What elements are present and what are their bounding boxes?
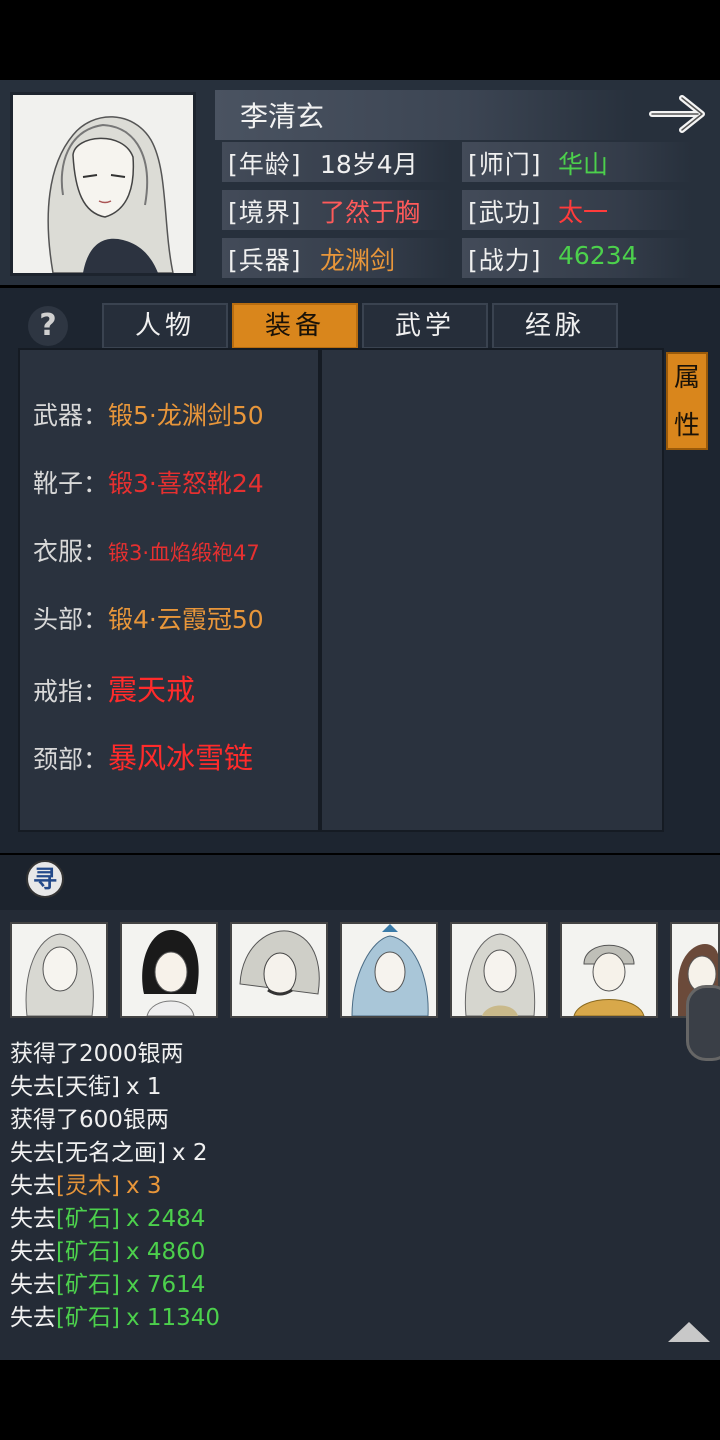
stat-label-sect: [师门] — [468, 150, 542, 179]
side-menu-handle[interactable] — [686, 985, 720, 1061]
log-text: 失去 — [10, 1206, 56, 1232]
log-line: 失去[矿石] x 4860 — [10, 1232, 205, 1266]
slot-item: 暴风冰雪链 — [108, 741, 254, 775]
arrow-right-icon[interactable] — [648, 92, 710, 136]
tab-equipment[interactable]: 装备 — [232, 303, 358, 349]
party-member-avatar[interactable] — [340, 922, 438, 1018]
log-item: [矿石] — [56, 1305, 120, 1331]
party-member-avatar[interactable] — [10, 922, 108, 1018]
stat-label-martial: [武功] — [468, 198, 542, 227]
slot-label: 颈部： — [33, 745, 109, 774]
search-icon[interactable]: 寻 — [26, 860, 64, 898]
log-qty: x 2 — [171, 1140, 208, 1166]
stat-label-weapon: [兵器] — [228, 246, 302, 275]
slot-label: 靴子： — [33, 469, 109, 498]
equipment-slot-ring[interactable]: 戒指：震天戒 — [33, 667, 195, 709]
scroll-up-icon[interactable] — [668, 1322, 710, 1342]
log-text: 失去 — [10, 1173, 56, 1199]
party-member-avatar[interactable] — [560, 922, 658, 1018]
tab-martial-arts[interactable]: 武学 — [362, 303, 488, 349]
character-name: 李清玄 — [240, 100, 325, 133]
slot-label: 头部： — [33, 605, 109, 634]
character-portrait[interactable] — [10, 92, 196, 276]
help-icon[interactable]: ? — [28, 306, 68, 346]
slot-label: 戒指： — [33, 677, 109, 706]
slot-item: 震天戒 — [108, 673, 196, 707]
party-member-avatar[interactable] — [230, 922, 328, 1018]
party-member-avatar[interactable] — [450, 922, 548, 1018]
log-line: 失去[矿石] x 11340 — [10, 1298, 220, 1332]
equipment-slot-head[interactable]: 头部：锻4·云霞冠50 — [33, 600, 264, 636]
tab-meridians[interactable]: 经脉 — [492, 303, 618, 349]
stat-label-power: [战力] — [468, 246, 542, 275]
stat-value-martial: 太一 — [558, 198, 609, 227]
log-item: [天街] — [56, 1074, 120, 1100]
slot-item: 锻5·龙渊剑50 — [108, 401, 264, 430]
tab-character[interactable]: 人物 — [102, 303, 228, 349]
stat-value-sect: 华山 — [558, 150, 609, 179]
log-text: 失去 — [10, 1074, 56, 1100]
slot-item: 锻3·血焰缎袍47 — [108, 541, 260, 565]
log-item: [无名之画] — [56, 1140, 166, 1166]
slot-item: 锻3·喜怒靴24 — [108, 469, 264, 498]
slot-label: 衣服： — [33, 537, 109, 566]
log-item: [矿石] — [56, 1239, 120, 1265]
log-text: 获得了600银两 — [10, 1107, 169, 1133]
log-line: 失去[矿石] x 2484 — [10, 1199, 205, 1233]
log-qty: x 3 — [125, 1173, 162, 1199]
attribute-panel — [320, 348, 664, 832]
log-line: 失去[无名之画] x 2 — [10, 1133, 208, 1167]
log-text: 获得了2000银两 — [10, 1041, 184, 1067]
stat-label-realm: [境界] — [228, 198, 302, 227]
equipment-slot-weapon[interactable]: 武器：锻5·龙渊剑50 — [33, 396, 264, 432]
log-line: 获得了2000银两 — [10, 1034, 184, 1068]
log-line: 失去[矿石] x 7614 — [10, 1265, 205, 1299]
stat-value-age: 18岁4月 — [320, 150, 418, 179]
equipment-slot-boots[interactable]: 靴子：锻3·喜怒靴24 — [33, 464, 264, 500]
stat-value-realm: 了然于胸 — [320, 198, 421, 227]
tool-bar — [0, 855, 720, 910]
attributes-tab[interactable]: 属性 — [666, 352, 708, 450]
log-item: [灵木] — [56, 1173, 120, 1199]
stat-label-age: [年龄] — [228, 150, 302, 179]
log-line: 获得了600银两 — [10, 1100, 169, 1134]
stat-value-power: 46234 — [558, 241, 638, 270]
log-qty: x 1 — [125, 1074, 162, 1100]
equipment-slot-clothes[interactable]: 衣服：锻3·血焰缎袍47 — [33, 532, 260, 568]
slot-item: 锻4·云霞冠50 — [108, 605, 264, 634]
log-text: 失去 — [10, 1140, 56, 1166]
log-text: 失去 — [10, 1305, 56, 1331]
stat-value-weapon: 龙渊剑 — [320, 246, 396, 275]
equipment-slot-neck[interactable]: 颈部：暴风冰雪链 — [33, 735, 253, 777]
log-qty: x 11340 — [125, 1305, 221, 1331]
log-qty: x 7614 — [125, 1272, 206, 1298]
log-text: 失去 — [10, 1272, 56, 1298]
log-line: 失去[天街] x 1 — [10, 1067, 162, 1101]
log-qty: x 4860 — [125, 1239, 206, 1265]
log-item: [矿石] — [56, 1272, 120, 1298]
log-item: [矿石] — [56, 1206, 120, 1232]
log-text: 失去 — [10, 1239, 56, 1265]
slot-label: 武器： — [33, 401, 109, 430]
log-line: 失去[灵木] x 3 — [10, 1166, 162, 1200]
log-qty: x 2484 — [125, 1206, 206, 1232]
party-member-avatar[interactable] — [120, 922, 218, 1018]
